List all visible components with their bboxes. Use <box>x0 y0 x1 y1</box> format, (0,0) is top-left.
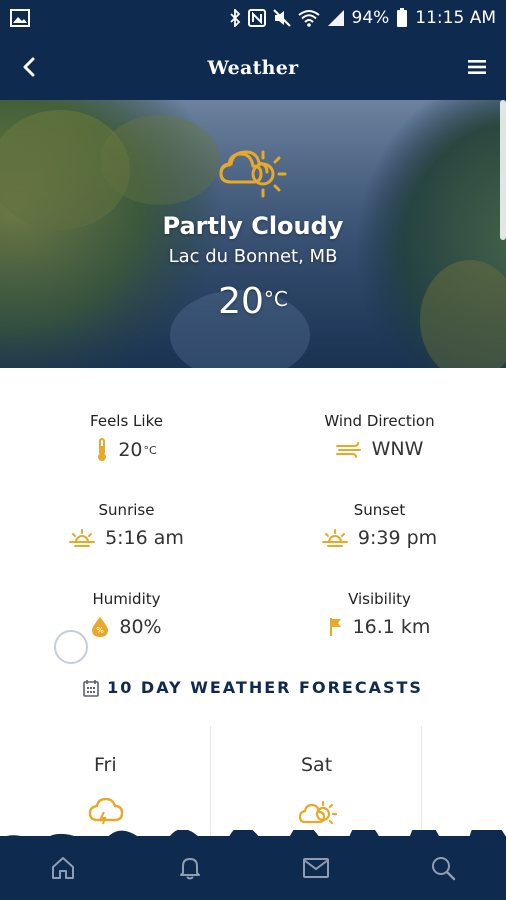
partly-cloudy-icon <box>217 144 289 206</box>
forecast-heading: 10 DAY WEATHER FORECASTS <box>0 678 506 697</box>
wind-direction-label: Wind Direction <box>324 412 435 430</box>
feels-like-unit: °C <box>143 443 157 457</box>
humidity-label: Humidity <box>92 590 161 608</box>
page-title: Weather <box>207 57 299 79</box>
humidity-value: 80% <box>119 616 162 638</box>
sunrise-icon <box>69 528 96 548</box>
temperature-value: 20 <box>218 281 264 322</box>
humidity-icon: % <box>91 616 109 638</box>
humidity-item: Humidity % 80% <box>0 590 253 638</box>
bottom-navigation <box>0 830 506 900</box>
nav-notifications[interactable] <box>160 843 220 893</box>
forecast-card-sat[interactable]: Sat <box>211 726 421 836</box>
image-icon <box>10 9 30 27</box>
scrollbar[interactable] <box>500 100 506 240</box>
mute-icon <box>272 9 291 27</box>
feels-like-item: Feels Like 20 °C <box>0 412 253 462</box>
svg-text:%: % <box>97 626 105 635</box>
bell-icon <box>179 858 200 880</box>
current-weather-hero: Partly Cloudy Lac du Bonnet, MB 20 °C <box>0 100 506 368</box>
chevron-left-icon <box>23 57 35 77</box>
loading-spinner <box>54 630 88 664</box>
forecast-day: Fri <box>94 754 117 776</box>
status-bar: 94% 11:15 AM <box>0 0 506 36</box>
partly-cloudy-icon <box>297 798 338 832</box>
calendar-icon <box>83 679 99 697</box>
forecast-day: Sat <box>301 754 333 776</box>
bluetooth-icon <box>229 9 241 27</box>
rain-cloud-icon <box>88 797 124 832</box>
wind-direction-value: WNW <box>371 438 424 460</box>
hamburger-menu-icon <box>468 60 486 74</box>
mail-icon <box>303 858 330 878</box>
temperature-unit: °C <box>263 287 288 311</box>
nfc-icon <box>247 9 266 27</box>
clock: 11:15 AM <box>415 8 496 28</box>
battery-icon <box>396 8 408 28</box>
battery-percent: 94% <box>351 8 390 28</box>
sunset-label: Sunset <box>353 501 406 519</box>
sunrise-value: 5:16 am <box>105 527 184 549</box>
nav-messages[interactable] <box>286 843 346 893</box>
back-button[interactable] <box>14 52 44 82</box>
home-icon <box>52 857 75 879</box>
visibility-item: Visibility 16.1 km <box>253 590 506 638</box>
nav-search[interactable] <box>413 843 473 893</box>
sunrise-item: Sunrise 5:16 am <box>0 501 253 549</box>
search-icon <box>431 857 455 881</box>
signal-icon <box>327 9 345 27</box>
current-temperature: 20 °C <box>218 281 288 322</box>
current-condition: Partly Cloudy <box>162 212 344 240</box>
forecast-divider <box>421 726 422 836</box>
feels-like-label: Feels Like <box>90 412 163 430</box>
thermometer-icon <box>96 438 108 462</box>
sunrise-label: Sunrise <box>98 501 155 519</box>
menu-button[interactable] <box>462 52 492 82</box>
flag-icon <box>329 617 343 637</box>
sunset-item: Sunset 9:39 pm <box>253 501 506 549</box>
forecast-list[interactable]: Fri Sat <box>0 726 506 836</box>
visibility-value: 16.1 km <box>352 616 431 638</box>
sunset-value: 9:39 pm <box>357 527 438 549</box>
forecast-heading-text: 10 DAY WEATHER FORECASTS <box>107 678 423 697</box>
app-bar: Weather <box>0 36 506 100</box>
nav-home[interactable] <box>33 843 93 893</box>
wifi-icon <box>297 9 320 27</box>
visibility-label: Visibility <box>348 590 411 608</box>
forecast-card-fri[interactable]: Fri <box>0 726 210 836</box>
feels-like-value: 20 <box>118 439 143 461</box>
sunset-icon <box>321 528 348 548</box>
current-location: Lac du Bonnet, MB <box>168 246 338 267</box>
wind-icon <box>335 440 362 458</box>
wind-direction-item: Wind Direction WNW <box>253 412 506 460</box>
